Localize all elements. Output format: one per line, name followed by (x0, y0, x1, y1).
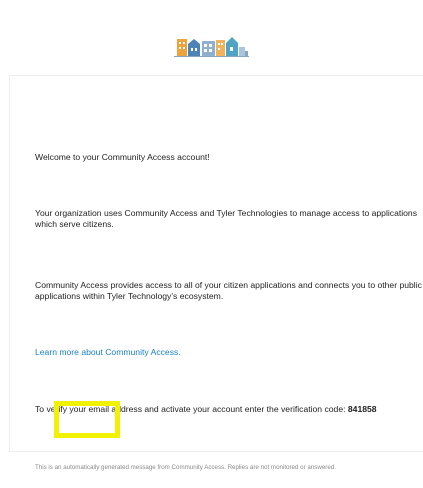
email-page: Welcome to your Community Access account… (0, 0, 423, 488)
cropped-header-text (30, 0, 35, 9)
highlight-box (54, 401, 120, 438)
footer-note: This is an automatically generated messa… (35, 464, 336, 471)
learn-more-link[interactable]: Learn more about Community Access. (35, 347, 423, 358)
welcome-text: Welcome to your Community Access account… (35, 152, 210, 162)
email-card (9, 75, 423, 452)
verification-code: 841858 (347, 404, 377, 414)
community-access-logo (174, 37, 249, 57)
community-access-text: Community Access provides access to all … (35, 280, 422, 301)
organization-text: Your organization uses Community Access … (35, 208, 418, 229)
